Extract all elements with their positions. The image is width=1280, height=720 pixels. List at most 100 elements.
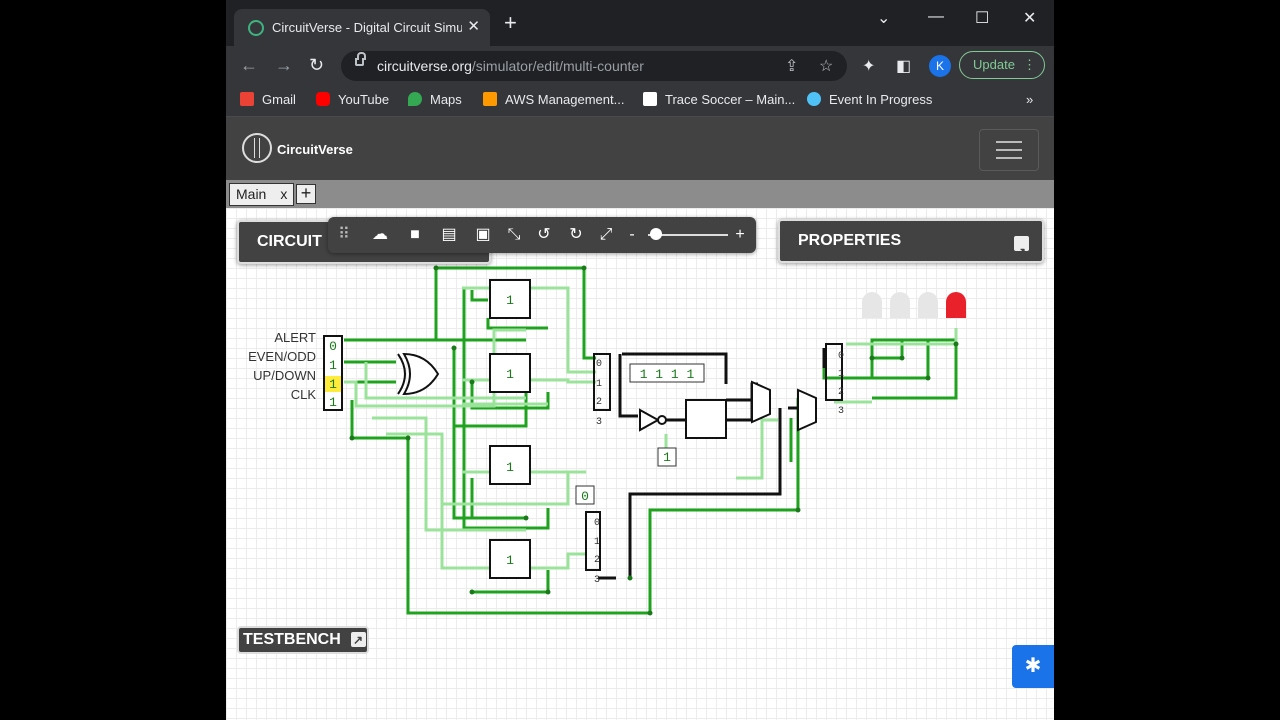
- bookmark-trace-soccer[interactable]: Trace Soccer – Main...: [643, 92, 795, 107]
- multiplexer-1: [751, 380, 771, 424]
- maps-icon: [408, 92, 422, 106]
- svg-text:2: 2: [596, 397, 602, 408]
- fullscreen-icon[interactable]: ⤢: [596, 225, 616, 245]
- bookmark-youtube[interactable]: YouTube: [316, 92, 389, 107]
- youtube-icon: [316, 92, 330, 106]
- app-navbar: CircuitVerse: [226, 117, 1054, 180]
- side-panel-icon[interactable]: ◧: [896, 56, 911, 76]
- new-tab-button[interactable]: +: [504, 12, 517, 34]
- circuit-tabs-bar: Main x +: [226, 180, 1054, 208]
- multiplexer-2: [797, 388, 817, 432]
- input-value-clk: 1: [329, 395, 337, 410]
- back-icon[interactable]: ←: [240, 55, 258, 76]
- svg-text:3: 3: [838, 406, 844, 417]
- address-bar[interactable]: circuitverse.org/simulator/edit/multi-co…: [341, 51, 847, 81]
- svg-text:0: 0: [581, 489, 589, 504]
- drag-handle-icon[interactable]: ⠿: [334, 225, 354, 245]
- svg-text:0: 0: [838, 351, 844, 362]
- properties-panel[interactable]: PROPERTIES: [778, 219, 1044, 272]
- input-value-alert: 0: [329, 339, 337, 354]
- forward-icon[interactable]: →: [275, 55, 293, 76]
- bookmark-aws[interactable]: AWS Management...: [483, 92, 624, 107]
- image-icon[interactable]: ▣: [473, 225, 493, 245]
- extensions-icon[interactable]: ✦: [862, 56, 875, 76]
- redo-icon[interactable]: ↻: [566, 225, 586, 245]
- zoom-in-button[interactable]: +: [730, 225, 750, 245]
- more-bookmarks-button[interactable]: »: [1026, 92, 1033, 107]
- browser-window: CircuitVerse - Digital Circuit Simu ✕ + …: [226, 0, 1054, 720]
- zoom-slider-handle[interactable]: [650, 228, 662, 240]
- reload-icon[interactable]: ↻: [309, 55, 324, 76]
- navigation-bar: ← → ↻ circuitverse.org/simulator/edit/mu…: [226, 46, 1054, 86]
- led-array: [862, 292, 966, 318]
- update-button[interactable]: Update ⋮: [959, 51, 1045, 79]
- xor-gate: [397, 352, 440, 396]
- svg-text:3: 3: [596, 417, 602, 428]
- testbench-title: TESTBENCH: [243, 631, 341, 648]
- testbench-panel[interactable]: TESTBENCH: [237, 626, 369, 654]
- tab-close-button[interactable]: ✕: [467, 17, 480, 35]
- circuitverse-logo-icon[interactable]: [242, 133, 272, 163]
- globe-icon: [248, 20, 264, 36]
- zoom-out-button[interactable]: -: [622, 225, 642, 245]
- flipflop-2-value: 1: [506, 367, 514, 382]
- editing-toolbar: ⠿ ☁ ■ ▤ ▣ ⤡ ↺ ↻ ⤢ - +: [328, 217, 756, 253]
- constant-one: 1: [657, 447, 677, 467]
- tab-title: CircuitVerse - Digital Circuit Simu: [272, 20, 462, 35]
- active-wires: [344, 266, 958, 615]
- url-text[interactable]: circuitverse.org/simulator/edit/multi-co…: [377, 58, 644, 74]
- constant-zero: 0: [575, 485, 595, 505]
- display-value: 1 1 1 1: [640, 367, 695, 382]
- bookmark-event[interactable]: Event In Progress: [807, 92, 932, 107]
- gmail-icon: [240, 92, 254, 106]
- browser-tab[interactable]: CircuitVerse - Digital Circuit Simu ✕: [234, 9, 490, 46]
- trace-icon: [643, 92, 657, 106]
- undo-icon[interactable]: ↺: [534, 225, 554, 245]
- svg-text:0: 0: [594, 518, 600, 529]
- svg-text:2: 2: [838, 387, 844, 398]
- svg-text:1: 1: [596, 379, 602, 390]
- share-icon[interactable]: ⇪: [785, 56, 798, 76]
- upload-cloud-icon[interactable]: ☁: [370, 225, 390, 245]
- input-label-even-odd: EVEN/ODD: [248, 349, 316, 364]
- aws-icon: [483, 92, 497, 106]
- input-value-up-down: 1: [329, 377, 337, 392]
- input-label-clk: CLK: [290, 387, 316, 402]
- comparator-block: [685, 399, 727, 439]
- bookmark-maps[interactable]: Maps: [408, 92, 462, 107]
- input-value-even-odd: 1: [329, 358, 337, 373]
- tab-main-close[interactable]: x: [280, 186, 287, 202]
- hex-display: 1 1 1 1: [629, 363, 705, 383]
- svg-text:0: 0: [596, 359, 602, 370]
- bug-icon: ✱: [1024, 655, 1042, 677]
- input-toggles: 0 1 1 1: [323, 335, 343, 411]
- svg-text:1: 1: [594, 537, 600, 548]
- bookmark-gmail[interactable]: Gmail: [240, 92, 296, 107]
- hamburger-menu-button[interactable]: [979, 129, 1039, 171]
- svg-text:2: 2: [594, 555, 600, 566]
- splitter-main: 0 1 2 3: [593, 353, 611, 428]
- splitter-output: 0 1 2 3: [825, 343, 844, 417]
- expand-testbench-icon[interactable]: [351, 628, 366, 652]
- maximize-button[interactable]: ☐: [975, 8, 989, 28]
- flipflop-1-value: 1: [506, 293, 514, 308]
- bug-report-button[interactable]: ✱: [1012, 645, 1054, 688]
- expand-properties-icon[interactable]: [1014, 232, 1029, 272]
- flipflop-4-value: 1: [506, 553, 514, 568]
- tab-main[interactable]: Main x: [229, 183, 295, 206]
- tab-search-icon[interactable]: ⌄: [877, 8, 890, 28]
- flipflops: 1 1 1 1: [489, 279, 531, 579]
- tab-strip: CircuitVerse - Digital Circuit Simu ✕ + …: [226, 0, 1054, 46]
- svg-text:1: 1: [663, 450, 671, 465]
- fit-view-icon[interactable]: ⤡: [504, 225, 524, 245]
- add-circuit-tab-button[interactable]: +: [296, 184, 316, 204]
- brand-name[interactable]: CircuitVerse: [277, 142, 353, 157]
- star-icon[interactable]: ☆: [819, 56, 833, 76]
- minimize-button[interactable]: —: [928, 8, 944, 26]
- delete-icon[interactable]: ▤: [439, 225, 459, 245]
- profile-avatar[interactable]: K: [929, 55, 951, 77]
- menu-dots-icon: ⋮: [1023, 57, 1036, 72]
- lock-icon[interactable]: [355, 52, 366, 66]
- save-icon[interactable]: ■: [405, 225, 425, 245]
- close-window-button[interactable]: ✕: [1023, 8, 1036, 28]
